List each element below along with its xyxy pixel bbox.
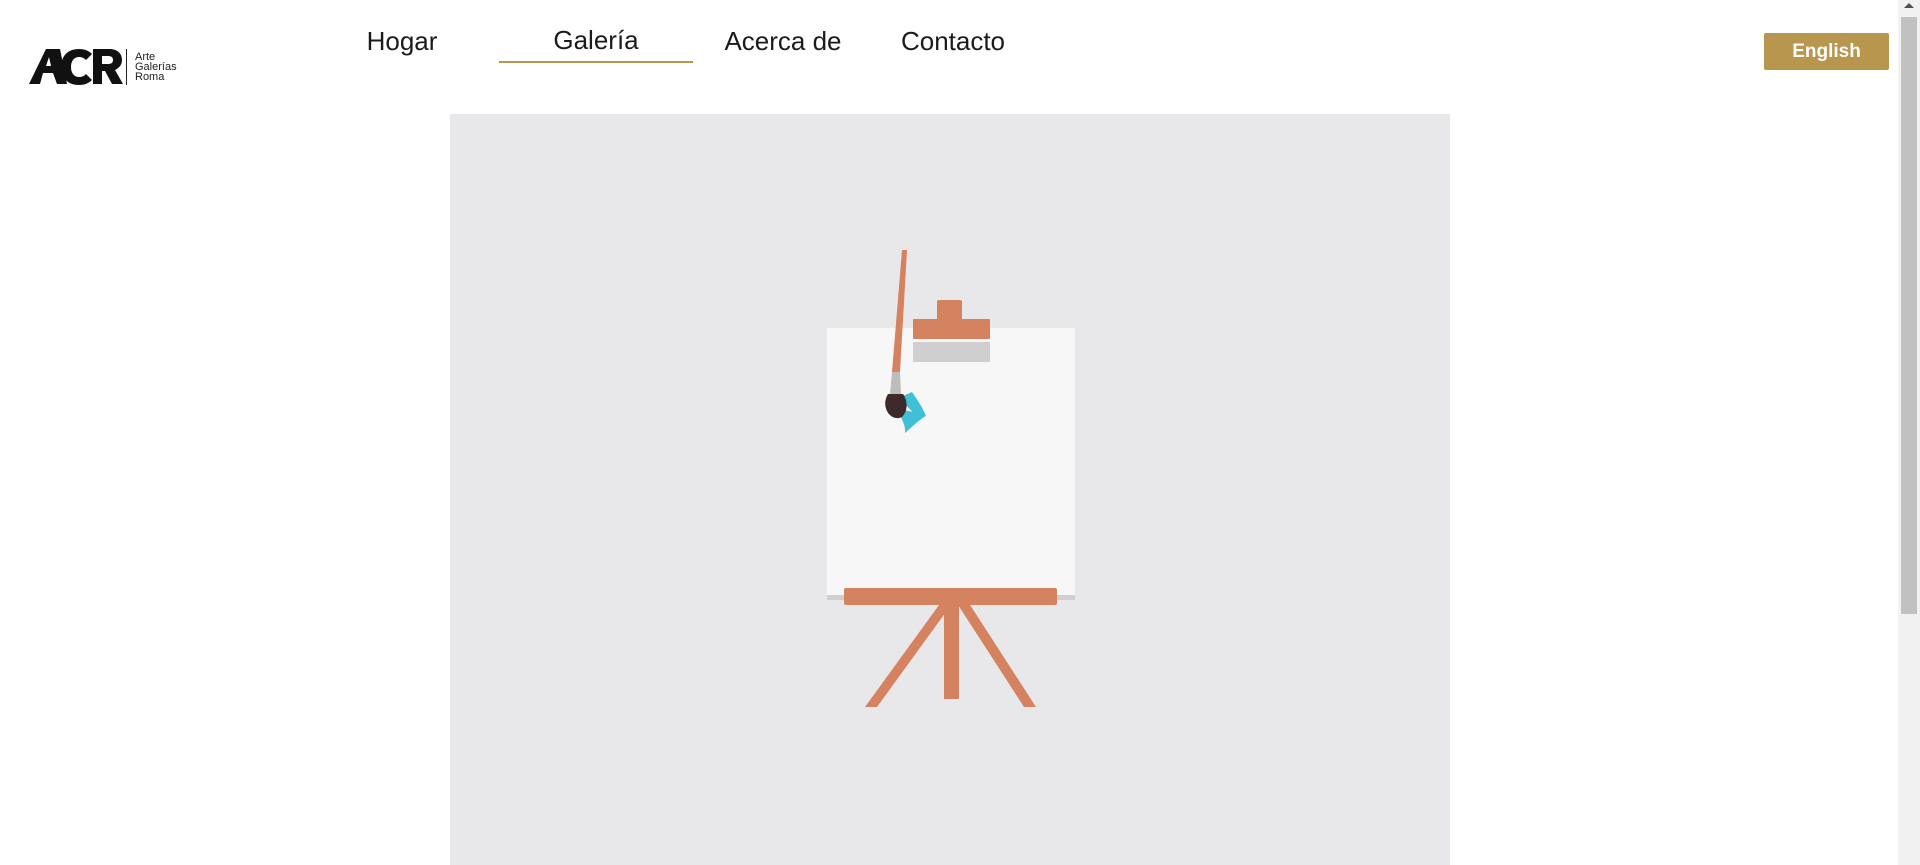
scroll-up-arrow-icon[interactable] [1904, 3, 1914, 8]
nav-item-hogar[interactable]: Hogar [340, 26, 464, 65]
logo-divider [126, 49, 127, 85]
page: Arte Galerías Roma Hogar Galería Acerca … [0, 0, 1920, 865]
nav-item-galeria[interactable]: Galería [499, 25, 693, 63]
easel-right-leg [951, 594, 1036, 707]
site-logo[interactable]: Arte Galerías Roma [29, 49, 177, 85]
canvas [827, 328, 1075, 595]
easel-top-clamp [913, 319, 990, 339]
logo-text: Arte Galerías Roma [135, 52, 177, 83]
main-nav: Hogar Galería Acerca de Contacto [340, 25, 1021, 65]
easel-ledge [844, 588, 1057, 605]
scrollbar-thumb[interactable] [1901, 17, 1917, 614]
easel-top-knob [937, 300, 962, 321]
acr-logo-icon [29, 49, 123, 85]
language-toggle-button[interactable]: English [1764, 33, 1889, 70]
hero-banner [450, 114, 1450, 865]
easel-center-leg [944, 594, 959, 699]
nav-item-acerca-de[interactable]: Acerca de [711, 26, 855, 65]
easel-illustration [827, 250, 1075, 707]
clamp-shadow [913, 342, 990, 362]
vertical-scrollbar[interactable] [1898, 0, 1920, 865]
logo-line-3: Roma [135, 71, 165, 83]
nav-item-contacto[interactable]: Contacto [885, 26, 1021, 65]
